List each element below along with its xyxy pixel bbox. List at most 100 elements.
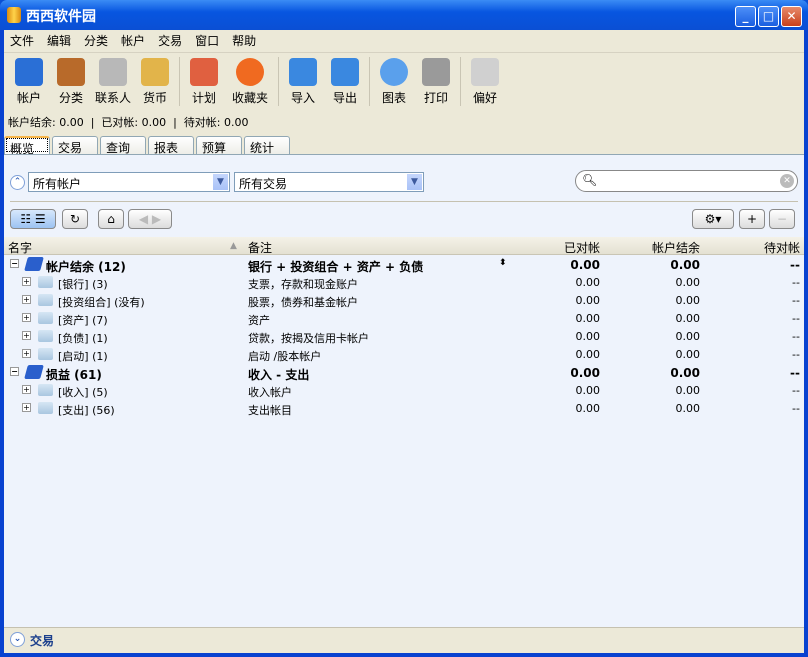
toolbar-button[interactable]: 收藏夹 (225, 53, 275, 110)
table-row[interactable]: + [启动] (1) 启动 /股本帐户 0.00 0.00 -- (4, 345, 804, 363)
row-name: [负债] (1) (58, 332, 108, 345)
column-header-pending[interactable]: 待对帐 (764, 239, 800, 256)
row-name: [启动] (1) (58, 350, 108, 363)
expand-icon[interactable]: + (22, 349, 31, 358)
list-view-icon[interactable]: ☷ ☰ (20, 212, 45, 226)
row-note: 启动 /股本帐户 (248, 350, 322, 363)
tab-0[interactable]: 概览 (4, 136, 50, 156)
table-row[interactable]: − 帐户结余 (12) 银行 + 投资组合 + 资产 + 负债 0.00 0.00 -- ⬍ (4, 255, 804, 274)
toolbar-button[interactable]: 帐户 (8, 53, 50, 110)
collapse-icon[interactable]: − (10, 259, 19, 268)
tab-1[interactable]: 交易 (52, 136, 98, 155)
table-row[interactable]: − 损益 (61) 收入 - 支出 0.00 0.00 -- (4, 363, 804, 382)
expand-icon[interactable]: + (22, 277, 31, 286)
transaction-filter-select[interactable]: 所有交易 ▼ (234, 172, 424, 192)
search-input[interactable]: 🔍︎ ✕ (575, 170, 798, 192)
expand-icon[interactable]: + (22, 403, 31, 412)
toolbar-button-label: 图表 (381, 91, 406, 105)
collapse-icon[interactable]: − (10, 367, 19, 376)
tab-3[interactable]: 报表 (148, 136, 194, 155)
table-row[interactable]: + [负债] (1) 贷款，按揭及信用卡帐户 0.00 0.00 -- (4, 327, 804, 345)
toolbar-button-label: 分类 (58, 91, 83, 105)
expand-icon[interactable]: + (22, 295, 31, 304)
tab-4[interactable]: 预算 (196, 136, 242, 155)
toolbar-button[interactable]: 分类 (50, 53, 92, 110)
table-row[interactable]: + [投资组合] (没有) 股票，债券和基金帐户 0.00 0.00 -- (4, 291, 804, 309)
menu-item[interactable]: 文件 (10, 32, 34, 50)
account-filter-value: 所有帐户 (33, 177, 82, 191)
clear-search-icon[interactable]: ✕ (780, 174, 794, 188)
menu-item[interactable]: 编辑 (47, 32, 71, 50)
menu-item[interactable]: 交易 (158, 32, 182, 50)
view-mode-toggle[interactable]: ☷ ☰ (10, 209, 56, 229)
toolbar: 帐户 分类 联系人 货币 计划 收藏夹 导入 导出 图表 打印 偏好 (4, 52, 804, 110)
remove-button[interactable]: − (769, 209, 795, 229)
table-row[interactable]: + [资产] (7) 资产 0.00 0.00 -- (4, 309, 804, 327)
table-row[interactable]: + [收入] (5) 收入帐户 0.00 0.00 -- (4, 381, 804, 399)
toolbar-button[interactable]: 计划 (183, 53, 225, 110)
toolbar-button[interactable]: 联系人 (92, 53, 134, 110)
export-icon (331, 58, 359, 86)
expand-drawer-icon[interactable]: ⌄ (10, 632, 25, 647)
refresh-button[interactable]: ↻ (62, 209, 88, 229)
expand-icon[interactable]: + (22, 313, 31, 322)
toolbar-button[interactable]: 偏好 (464, 53, 506, 110)
minus-icon: − (776, 212, 788, 226)
minimize-button[interactable]: _ (735, 6, 756, 27)
row-pending: -- (792, 312, 800, 325)
table-row[interactable]: + [支出] (56) 支出帐目 0.00 0.00 -- (4, 399, 804, 417)
row-pending: -- (792, 330, 800, 343)
row-cleared: 0.00 (575, 294, 601, 307)
toolbar-button-label: 打印 (423, 91, 448, 105)
row-pending: -- (790, 258, 800, 272)
close-button[interactable]: ✕ (781, 6, 802, 27)
row-balance: 0.00 (675, 330, 701, 343)
tab-2[interactable]: 查询 (100, 136, 146, 155)
settings-menu-button[interactable]: ⚙▾ (692, 209, 734, 229)
column-header-cleared[interactable]: 已对帐 (564, 239, 600, 256)
toolbar-button[interactable]: 货币 (134, 53, 176, 110)
menu-item[interactable]: 帮助 (232, 32, 256, 50)
plus-icon: + (746, 212, 758, 226)
menu-item[interactable]: 窗口 (195, 32, 219, 50)
tab-5[interactable]: 统计 (244, 136, 290, 155)
chevron-down-icon: ▼ (407, 174, 422, 190)
column-header-note[interactable]: 备注 (248, 239, 272, 256)
account-filter-select[interactable]: 所有帐户 ▼ (28, 172, 230, 192)
expand-icon[interactable]: + (22, 385, 31, 394)
row-name: [支出] (56) (58, 404, 115, 417)
maximize-button[interactable]: □ (758, 6, 779, 27)
import-icon (289, 58, 317, 86)
toolbar-button[interactable]: 打印 (415, 53, 457, 110)
menu-item[interactable]: 分类 (84, 32, 108, 50)
chevron-down-icon: ▼ (213, 174, 228, 190)
collapse-filters-icon[interactable]: ⌃ (10, 175, 25, 190)
folder-icon (38, 348, 53, 360)
menu-item[interactable]: 帐户 (121, 32, 145, 50)
home-button[interactable]: ⌂ (98, 209, 124, 229)
printer-icon (422, 58, 450, 86)
menu-bar: 文件 编辑 分类 帐户 交易 窗口 帮助 (4, 30, 804, 50)
table-row[interactable]: + [银行] (3) 支票，存款和现金账户 0.00 0.00 -- (4, 273, 804, 291)
app-icon (7, 7, 21, 23)
toolbar-button[interactable]: 导出 (324, 53, 366, 110)
toolbar-separator (369, 57, 370, 106)
column-header-name[interactable]: 名字 (8, 239, 32, 256)
title-bar: 西西软件园 _ □ ✕ (0, 0, 808, 30)
toolbar-separator (278, 57, 279, 106)
toolbar-button[interactable]: 图表 (373, 53, 415, 110)
expand-icon[interactable]: + (22, 331, 31, 340)
app-window: 西西软件园 _ □ ✕ 文件 编辑 分类 帐户 交易 窗口 帮助 帐户 分类 联系人 货币 计划 收藏… (0, 0, 808, 657)
sort-stepper-icon[interactable]: ⬍ (499, 258, 507, 268)
toolbar-button[interactable]: 导入 (282, 53, 324, 110)
row-cleared: 0.00 (570, 366, 600, 380)
row-cleared: 0.00 (575, 312, 601, 325)
row-name: [收入] (5) (58, 386, 108, 399)
back-forward-buttons[interactable]: ◀ ▶ (128, 209, 172, 229)
calendar-icon (190, 58, 218, 86)
transactions-drawer-bar[interactable]: ⌄ 交易 (4, 627, 804, 651)
column-header-balance[interactable]: 帐户结余 (652, 239, 700, 256)
add-button[interactable]: + (739, 209, 765, 229)
row-pending: -- (792, 276, 800, 289)
row-pending: -- (792, 348, 800, 361)
